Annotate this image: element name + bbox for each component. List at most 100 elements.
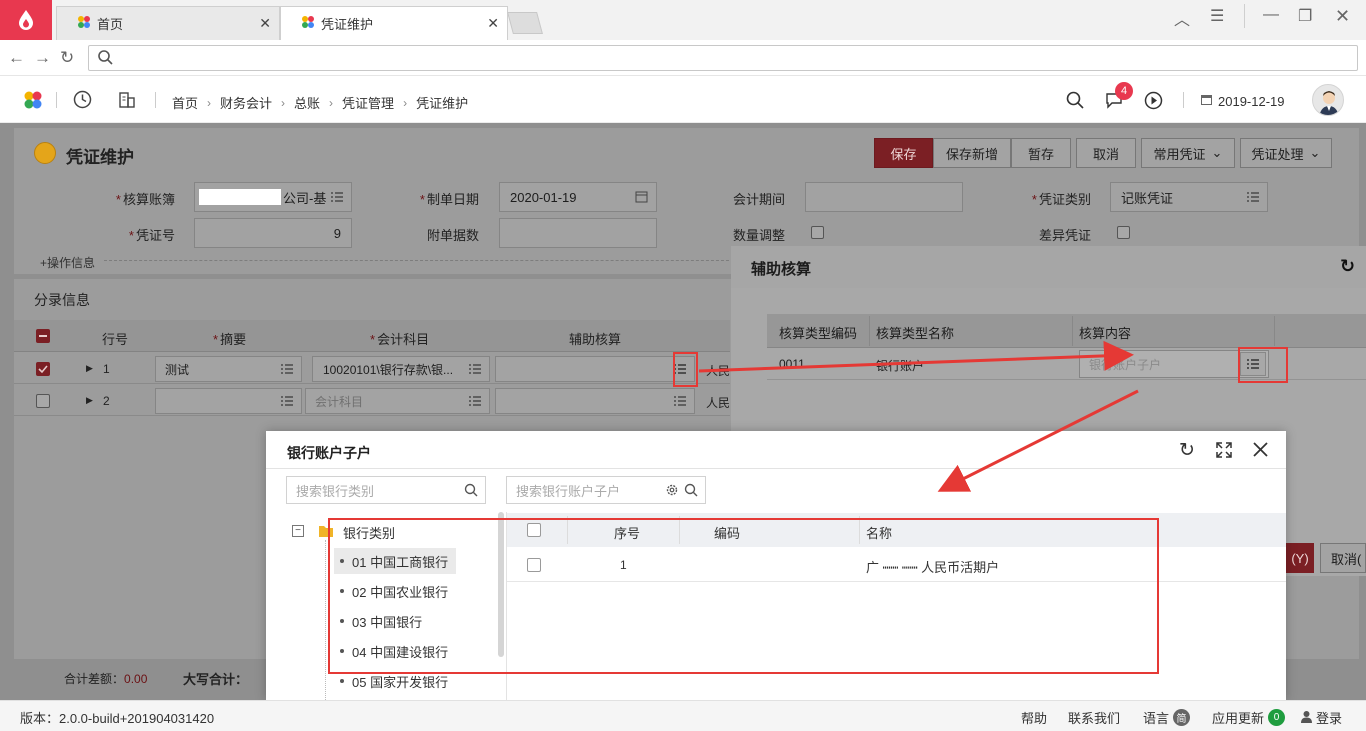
save-new-button[interactable]: 保存新增 — [933, 138, 1011, 168]
breadcrumb-item[interactable]: 凭证维护 — [416, 93, 468, 112]
language-switch[interactable]: 语言简 — [1143, 708, 1191, 727]
aux-cancel-button[interactable]: 取消( — [1320, 543, 1366, 573]
search-icon[interactable] — [464, 483, 478, 500]
calendar-icon[interactable] — [635, 190, 648, 206]
app-logo-icon[interactable] — [23, 90, 43, 113]
gear-icon[interactable] — [665, 483, 679, 500]
common-voucher-dropdown[interactable]: 常用凭证 ⌄ — [1141, 138, 1235, 168]
list-icon[interactable] — [674, 395, 686, 407]
chevron-right-icon: › — [207, 95, 212, 110]
caret-up-icon[interactable]: ︿ — [1174, 6, 1190, 30]
reload-icon[interactable]: ↻ — [60, 48, 74, 68]
attach-field[interactable] — [499, 218, 657, 248]
tab-voucher[interactable]: 凭证维护 ✕ — [280, 6, 508, 40]
search-icon[interactable] — [1066, 91, 1084, 112]
list-icon[interactable] — [281, 363, 293, 375]
restore-icon[interactable]: ❐ — [1298, 6, 1312, 26]
select-all-checkbox[interactable] — [36, 329, 50, 343]
refresh-icon[interactable]: ↻ — [1340, 256, 1355, 277]
expand-triangle-icon[interactable]: ▶ — [86, 395, 93, 406]
header-date[interactable]: 2019-12-19 — [1200, 93, 1285, 109]
list-icon[interactable] — [1247, 191, 1259, 203]
tab-label: 首页 — [97, 17, 124, 32]
breadcrumb-item[interactable]: 凭证管理 — [342, 93, 394, 112]
tree-root[interactable]: 银行类别 — [343, 523, 395, 542]
chevron-down-icon: ⌄ — [1211, 145, 1223, 160]
list-icon[interactable] — [331, 191, 343, 203]
tree-item[interactable]: 04 中国建设银行 — [334, 638, 456, 664]
forward-icon[interactable]: → — [34, 48, 51, 68]
close-icon[interactable]: ✕ — [259, 15, 271, 32]
aux-input[interactable] — [495, 356, 695, 382]
collapse-icon[interactable]: − — [292, 525, 304, 537]
column-header: 核算类型编码 — [779, 326, 858, 341]
cancel-button[interactable]: 取消 — [1076, 138, 1136, 168]
ledger-field[interactable]: 公司-基 — [194, 182, 352, 212]
ledger-label: * 核算账簿 — [115, 192, 175, 207]
avatar[interactable] — [1312, 84, 1344, 116]
currency-value: 人民 — [706, 364, 731, 378]
summary-input[interactable] — [155, 388, 302, 414]
list-icon[interactable] — [469, 363, 481, 375]
close-icon[interactable]: ✕ — [487, 15, 499, 32]
draft-button[interactable]: 暂存 — [1011, 138, 1071, 168]
new-tab-button[interactable] — [507, 12, 543, 34]
number-field[interactable]: 9 — [194, 218, 352, 248]
minimize-icon[interactable]: — — [1263, 6, 1279, 24]
select-all-checkbox[interactable] — [527, 523, 541, 537]
clock-icon[interactable] — [73, 90, 92, 112]
login-link[interactable]: 登录 — [1300, 708, 1342, 727]
summary-input[interactable]: 测试 — [155, 356, 302, 382]
tree-item[interactable]: 01 中国工商银行 — [334, 548, 457, 574]
close-icon[interactable] — [1252, 441, 1269, 461]
tree-scrollbar[interactable] — [498, 512, 504, 657]
breadcrumb-item[interactable]: 财务会计 — [220, 93, 272, 112]
app-update-link[interactable]: 应用更新 0 — [1212, 708, 1286, 727]
qty-adjust-checkbox[interactable] — [811, 226, 824, 239]
aux-confirm-button[interactable]: (Y) — [1286, 543, 1314, 573]
account-input[interactable]: 会计科目 — [305, 388, 490, 414]
list-icon[interactable] — [469, 395, 481, 407]
row-checkbox[interactable] — [527, 558, 541, 572]
tab-home[interactable]: 首页 ✕ — [56, 6, 280, 40]
expand-triangle-icon[interactable]: ▶ — [86, 363, 93, 374]
row-checkbox[interactable] — [36, 394, 50, 408]
row-checkbox[interactable] — [36, 362, 50, 376]
save-button[interactable]: 保存 — [874, 138, 933, 168]
menu-icon[interactable]: ☰ — [1210, 6, 1224, 26]
tree-item[interactable]: 05 国家开发银行 — [334, 668, 456, 694]
diff-voucher-checkbox[interactable] — [1117, 226, 1130, 239]
building-icon[interactable] — [118, 91, 136, 112]
help-link[interactable]: 帮助 — [1021, 708, 1047, 727]
tree-item[interactable]: 03 中国银行 — [334, 608, 430, 634]
play-circle-icon[interactable] — [1144, 91, 1163, 113]
back-icon[interactable]: ← — [8, 48, 25, 68]
breadcrumb-item[interactable]: 首页 — [172, 93, 198, 112]
table-row[interactable] — [767, 348, 1366, 380]
aux-content-placeholder: 银行账户子户 — [1089, 357, 1162, 372]
list-icon[interactable] — [674, 363, 686, 375]
refresh-icon[interactable]: ↻ — [1179, 439, 1195, 462]
divider — [266, 468, 1286, 469]
capital-total-label: 大写合计： — [183, 672, 249, 687]
aux-input[interactable] — [495, 388, 695, 414]
number-label: * 凭证号 — [128, 228, 175, 243]
search-icon[interactable] — [684, 483, 698, 500]
date-field[interactable]: 2020-01-19 — [499, 182, 657, 212]
ops-info-toggle[interactable]: +操作信息 — [40, 254, 95, 271]
category-search-input[interactable]: 搜索银行类别 — [286, 476, 486, 504]
aux-content-list-button[interactable] — [1240, 352, 1266, 376]
voucher-process-dropdown[interactable]: 凭证处理 ⌄ — [1240, 138, 1332, 168]
close-window-icon[interactable]: ✕ — [1335, 6, 1350, 27]
account-search-input[interactable]: 搜索银行账户子户 — [506, 476, 706, 504]
row-number: 1 — [103, 362, 110, 376]
period-field[interactable] — [805, 182, 963, 212]
type-field[interactable]: 记账凭证 — [1110, 182, 1268, 212]
breadcrumb-item[interactable]: 总账 — [294, 93, 320, 112]
expand-icon[interactable] — [1216, 442, 1232, 461]
list-icon[interactable] — [281, 395, 293, 407]
account-input[interactable]: 10020101\银行存款\银... — [312, 356, 490, 382]
contact-link[interactable]: 联系我们 — [1068, 708, 1120, 727]
url-input[interactable] — [88, 45, 1358, 71]
tree-item[interactable]: 02 中国农业银行 — [334, 578, 456, 604]
